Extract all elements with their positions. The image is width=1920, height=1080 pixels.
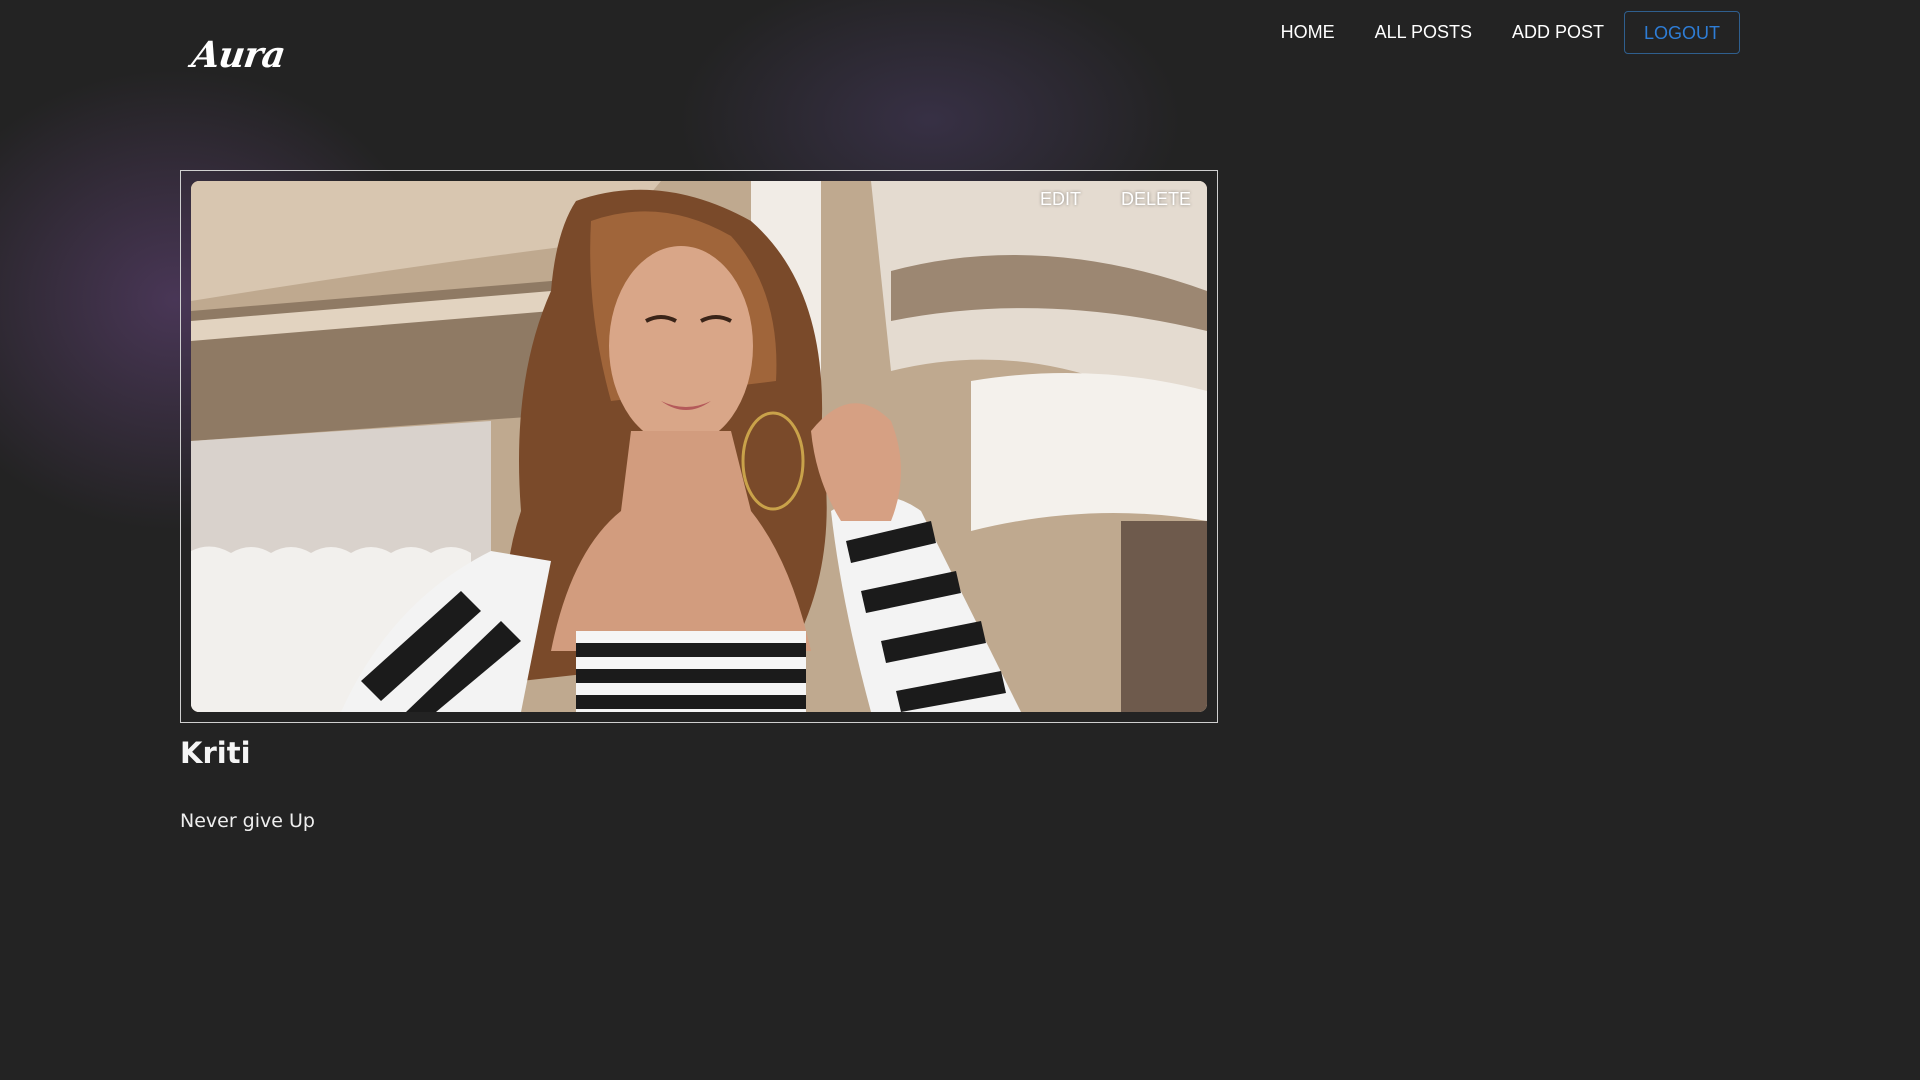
navbar: Aura HOME ALL POSTS ADD POST LOGOUT: [0, 0, 1920, 90]
nav-links: HOME ALL POSTS ADD POST LOGOUT: [1281, 10, 1740, 55]
post-body: Never give Up: [180, 810, 315, 832]
nav-home-link[interactable]: HOME: [1281, 10, 1335, 55]
nav-add-post-link[interactable]: ADD POST: [1512, 10, 1604, 55]
edit-post-button[interactable]: EDIT: [1040, 189, 1081, 210]
post-title: Kriti: [180, 736, 251, 770]
brand-logo[interactable]: Aura: [189, 34, 287, 76]
page: Aura HOME ALL POSTS ADD POST LOGOUT EDIT…: [0, 0, 1920, 1080]
delete-post-button[interactable]: DELETE: [1121, 189, 1191, 210]
post-actions: EDIT DELETE: [1000, 189, 1191, 210]
post-image: EDIT DELETE: [191, 181, 1207, 712]
post-card: EDIT DELETE: [180, 170, 1218, 723]
nav-all-posts-link[interactable]: ALL POSTS: [1375, 10, 1472, 55]
logout-button[interactable]: LOGOUT: [1623, 11, 1740, 54]
post-photo-illustration: [191, 181, 1207, 712]
